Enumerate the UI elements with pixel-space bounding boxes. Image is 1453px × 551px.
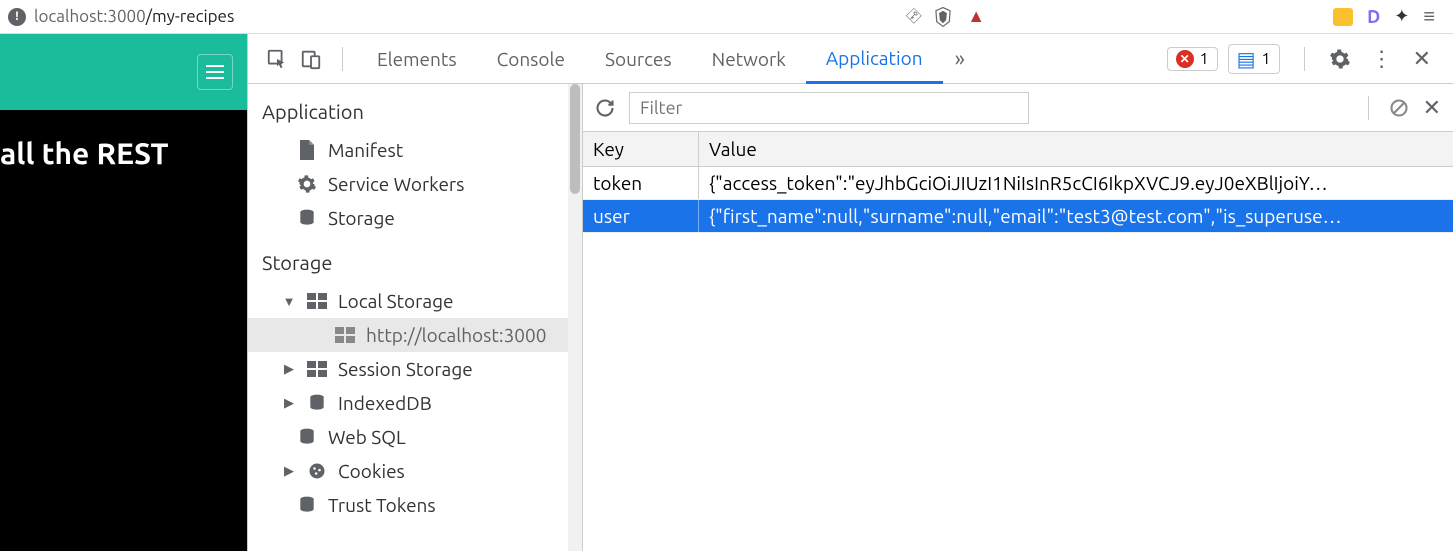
error-icon: ✕	[1176, 50, 1194, 68]
item-label: Local Storage	[338, 290, 454, 312]
inspect-element-icon[interactable]	[260, 42, 294, 76]
url-display[interactable]: localhost:3000/my-recipes	[34, 7, 234, 26]
browser-menu-icon[interactable]: ≡	[1423, 4, 1435, 29]
tab-elements[interactable]: Elements	[357, 34, 477, 84]
database-icon	[296, 494, 318, 516]
section-header-application: Application	[248, 84, 582, 133]
more-tabs-icon[interactable]: »	[943, 46, 977, 71]
device-toolbar-icon[interactable]	[294, 42, 328, 76]
page-header	[0, 34, 247, 110]
authenticator-icon[interactable]: ▲	[967, 6, 985, 27]
cell-key: token	[583, 167, 699, 199]
chevron-right-icon: ▶	[282, 396, 296, 411]
close-devtools-icon[interactable]: ✕	[1403, 46, 1441, 72]
sidebar-item-service-workers[interactable]: Service Workers	[248, 167, 582, 201]
extension-icon-yellow[interactable]	[1333, 8, 1353, 26]
gear-icon	[296, 173, 318, 195]
sidebar-item-storage[interactable]: Storage	[248, 201, 582, 235]
tab-sources[interactable]: Sources	[585, 34, 692, 84]
delete-selected-icon[interactable]: ✕	[1423, 95, 1441, 121]
refresh-icon[interactable]	[595, 98, 615, 118]
table-header: Key Value	[583, 132, 1453, 167]
database-icon	[306, 392, 328, 414]
item-label: Manifest	[328, 139, 403, 161]
sidebar-item-local-storage[interactable]: ▼ Local Storage	[248, 284, 582, 318]
sidebar-item-cookies[interactable]: ▶ Cookies	[248, 454, 582, 488]
extension-icon-d[interactable]: D	[1367, 7, 1380, 27]
settings-gear-icon[interactable]	[1319, 48, 1361, 70]
url-host: localhost	[34, 7, 103, 26]
item-label: Storage	[328, 207, 395, 229]
messages-count: 1	[1262, 50, 1271, 68]
table-row[interactable]: user {"first_name":null,"surname":null,"…	[583, 200, 1453, 233]
storage-table: Key Value token {"access_token":"eyJhbGc…	[583, 132, 1453, 551]
messages-badge[interactable]: ▤ 1	[1228, 44, 1280, 74]
address-bar: ! localhost:3000/my-recipes ⚿ ▲ D ✦ ≡	[0, 0, 1453, 34]
tab-application[interactable]: Application	[806, 34, 943, 84]
chevron-right-icon: ▶	[282, 362, 296, 377]
devtools-panel: Elements Console Sources Network Applica…	[247, 34, 1453, 551]
header-value[interactable]: Value	[699, 132, 1453, 166]
url-path: /my-recipes	[146, 7, 235, 26]
grid-icon	[306, 290, 328, 312]
grid-icon	[306, 358, 328, 380]
errors-badge[interactable]: ✕ 1	[1167, 47, 1218, 71]
application-sidebar: Application Manifest Service Workers Sto…	[248, 84, 583, 551]
cell-value: {"first_name":null,"surname":null,"email…	[699, 200, 1453, 232]
hamburger-menu-button[interactable]	[197, 54, 233, 90]
sidebar-item-manifest[interactable]: Manifest	[248, 133, 582, 167]
webpage-content: all the REST	[0, 34, 247, 551]
page-hero-text: all the REST	[0, 110, 247, 168]
header-key[interactable]: Key	[583, 132, 699, 166]
sidebar-item-indexeddb[interactable]: ▶ IndexedDB	[248, 386, 582, 420]
filter-field	[629, 92, 1029, 124]
url-port: :3000	[103, 7, 146, 26]
clear-all-icon[interactable]	[1389, 98, 1409, 118]
filter-input[interactable]	[629, 92, 1029, 124]
cell-key: user	[583, 200, 699, 232]
password-key-icon[interactable]: ⚿	[902, 5, 924, 27]
storage-content: ✕ Key Value token {"access_token":"eyJhb…	[583, 84, 1453, 551]
sidebar-item-local-storage-origin[interactable]: http://localhost:3000	[248, 318, 582, 352]
extensions-menu-icon[interactable]: ✦	[1394, 6, 1409, 27]
chevron-right-icon: ▶	[282, 464, 296, 479]
site-info-icon[interactable]: !	[8, 8, 26, 26]
item-label: http://localhost:3000	[366, 324, 546, 346]
sidebar-scrollbar[interactable]	[568, 84, 582, 551]
item-label: Cookies	[338, 460, 405, 482]
item-label: IndexedDB	[338, 392, 432, 414]
file-icon	[296, 139, 318, 161]
tab-network[interactable]: Network	[692, 34, 806, 84]
brave-shield-icon[interactable]	[933, 6, 953, 28]
sidebar-item-session-storage[interactable]: ▶ Session Storage	[248, 352, 582, 386]
chevron-down-icon: ▼	[282, 294, 296, 309]
section-header-storage: Storage	[248, 235, 582, 284]
devtools-tabbar: Elements Console Sources Network Applica…	[248, 34, 1453, 84]
sidebar-item-websql[interactable]: Web SQL	[248, 420, 582, 454]
cell-value: {"access_token":"eyJhbGciOiJIUzI1NiIsInR…	[699, 167, 1453, 199]
tab-console[interactable]: Console	[477, 34, 585, 84]
message-icon: ▤	[1237, 47, 1256, 71]
table-row[interactable]: token {"access_token":"eyJhbGciOiJIUzI1N…	[583, 167, 1453, 200]
database-icon	[296, 207, 318, 229]
kebab-menu-icon[interactable]: ⋮	[1361, 46, 1403, 72]
cookie-icon	[306, 460, 328, 482]
errors-count: 1	[1200, 50, 1209, 68]
database-icon	[296, 426, 318, 448]
sidebar-item-trust-tokens[interactable]: Trust Tokens	[248, 488, 582, 522]
item-label: Trust Tokens	[328, 494, 436, 516]
item-label: Web SQL	[328, 426, 406, 448]
storage-toolbar: ✕	[583, 84, 1453, 132]
toolbar-extensions: ⚿ ▲ D ✦ ≡	[907, 4, 1445, 29]
item-label: Session Storage	[338, 358, 473, 380]
grid-icon	[334, 324, 356, 346]
item-label: Service Workers	[328, 173, 464, 195]
